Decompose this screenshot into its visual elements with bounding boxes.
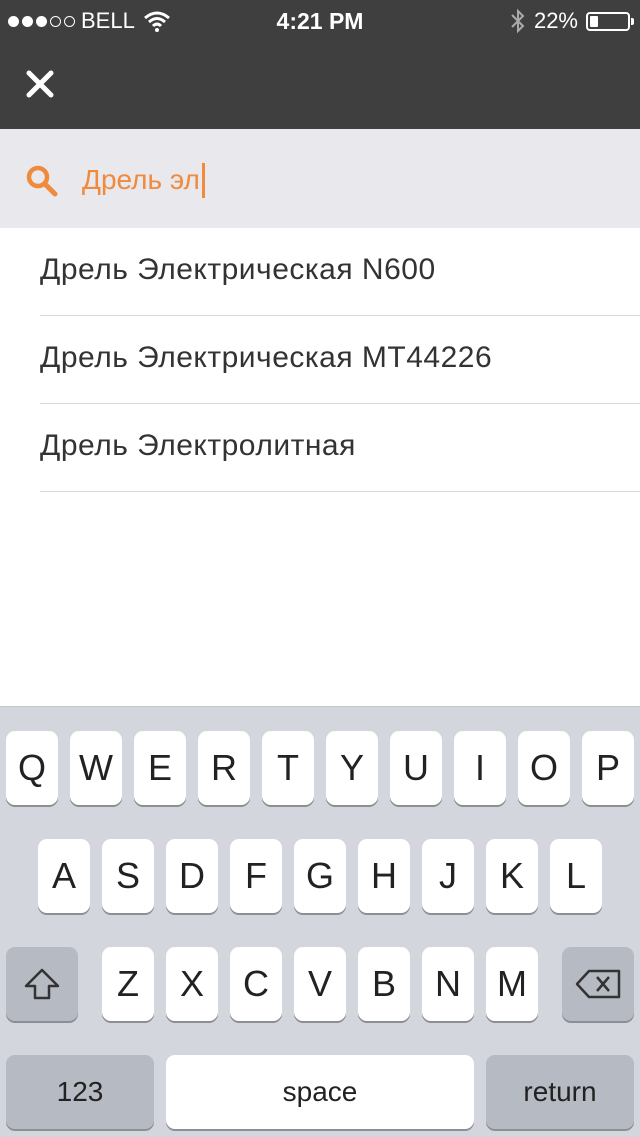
backspace-key[interactable] xyxy=(562,947,634,1021)
bluetooth-icon xyxy=(511,8,525,34)
battery-fill xyxy=(590,15,598,27)
suggestion-label: Дрель Электрическая N600 xyxy=(40,253,436,286)
key-e[interactable]: E xyxy=(134,731,186,805)
shift-icon xyxy=(24,968,60,1000)
key-k[interactable]: K xyxy=(486,839,538,913)
suggestion-list: Дрель Электрическая N600 Дрель Электричес… xyxy=(0,228,640,492)
suggestion-item[interactable]: Дрель Электролитная xyxy=(0,404,640,492)
status-bar: BELL 4:21 PM 22% xyxy=(0,0,640,40)
close-icon[interactable] xyxy=(24,68,56,100)
key-x[interactable]: X xyxy=(166,947,218,1021)
suggestion-label: Дрель Электролитная xyxy=(40,429,356,462)
key-d[interactable]: D xyxy=(166,839,218,913)
key-h[interactable]: H xyxy=(358,839,410,913)
key-y[interactable]: Y xyxy=(326,731,378,805)
key-r[interactable]: R xyxy=(198,731,250,805)
key-s[interactable]: S xyxy=(102,839,154,913)
key-g[interactable]: G xyxy=(294,839,346,913)
suggestion-item[interactable]: Дрель Электрическая MT44226 xyxy=(0,316,640,404)
status-right: 22% xyxy=(510,8,634,34)
key-m[interactable]: M xyxy=(486,947,538,1021)
key-n[interactable]: N xyxy=(422,947,474,1021)
keyboard: Q W E R T Y U I O P A S D F G H J K L Z X C V B N M 123 space return xyxy=(0,706,640,1137)
key-l[interactable]: L xyxy=(550,839,602,913)
key-b[interactable]: B xyxy=(358,947,410,1021)
search-icon xyxy=(26,165,58,197)
numbers-key[interactable]: 123 xyxy=(6,1055,154,1129)
key-i[interactable]: I xyxy=(454,731,506,805)
key-c[interactable]: C xyxy=(230,947,282,1021)
battery-percent: 22% xyxy=(533,8,578,33)
battery-icon xyxy=(586,11,634,31)
key-a[interactable]: A xyxy=(38,839,90,913)
key-t[interactable]: T xyxy=(262,731,314,805)
search-input[interactable] xyxy=(82,160,602,200)
key-p[interactable]: P xyxy=(582,731,634,805)
top-bar: BELL 4:21 PM 22% xyxy=(0,0,640,129)
key-v[interactable]: V xyxy=(294,947,346,1021)
key-u[interactable]: U xyxy=(390,731,442,805)
key-q[interactable]: Q xyxy=(6,731,58,805)
key-j[interactable]: J xyxy=(422,839,474,913)
backspace-icon xyxy=(575,969,621,999)
suggestion-label: Дрель Электрическая MT44226 xyxy=(40,341,493,374)
key-f[interactable]: F xyxy=(230,839,282,913)
key-z[interactable]: Z xyxy=(102,947,154,1021)
divider xyxy=(40,491,640,492)
return-key[interactable]: return xyxy=(486,1055,634,1129)
suggestion-item[interactable]: Дрель Электрическая N600 xyxy=(0,228,640,316)
text-caret xyxy=(201,163,205,198)
key-w[interactable]: W xyxy=(70,731,122,805)
space-key[interactable]: space xyxy=(166,1055,474,1129)
key-o[interactable]: O xyxy=(518,731,570,805)
shift-key[interactable] xyxy=(6,947,78,1021)
